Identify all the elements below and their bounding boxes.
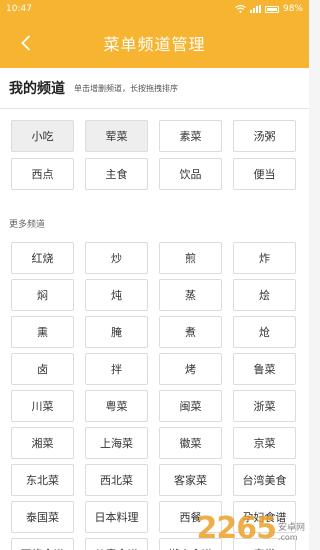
channel-chip[interactable]: 炝	[233, 316, 296, 348]
channel-chip[interactable]: 湘菜	[11, 427, 74, 459]
battery-level: 98%	[282, 4, 303, 14]
channel-chip[interactable]: 烩	[233, 279, 296, 311]
channel-chip[interactable]: 日本料理	[85, 501, 148, 533]
channel-chip[interactable]: 拌	[85, 353, 148, 385]
battery-icon	[264, 5, 279, 13]
channel-chip[interactable]: 烤	[159, 353, 222, 385]
channel-chip[interactable]: 卤	[11, 353, 74, 385]
channel-chip[interactable]: 便当	[233, 158, 296, 190]
status-time: 10:47	[6, 4, 32, 14]
channel-chip[interactable]: 腌	[85, 316, 148, 348]
channel-chip[interactable]: 上海菜	[85, 427, 148, 459]
channel-chip[interactable]: 红烧	[11, 242, 74, 274]
wifi-icon	[235, 5, 246, 13]
channel-chip[interactable]: 儿童食谱	[85, 538, 148, 550]
channel-chip[interactable]: 蒸	[159, 279, 222, 311]
channel-chip[interactable]: 饮品	[159, 158, 222, 190]
channel-chip[interactable]: 汤粥	[233, 120, 296, 152]
page-title: 菜单频道管理	[103, 35, 206, 54]
channel-chip[interactable]: 小吃	[11, 120, 74, 152]
my-channels-section: 小吃 荤菜 素菜 汤粥西点 主食 饮品 便当	[0, 109, 309, 203]
chevron-left-icon	[21, 35, 31, 51]
channel-chip[interactable]: 素菜	[159, 120, 222, 152]
channel-chip[interactable]: 孕妇食谱	[233, 501, 296, 533]
channel-chip[interactable]: 闽菜	[159, 390, 222, 422]
my-channels-grid: 小吃 荤菜 素菜 汤粥西点 主食 饮品 便当	[11, 120, 296, 190]
channel-chip[interactable]: 西餐	[159, 501, 222, 533]
channel-chip[interactable]: 网络食谱	[11, 538, 74, 550]
channel-chip[interactable]: 煎	[159, 242, 222, 274]
channel-chip[interactable]: 主食	[85, 158, 148, 190]
channel-chip[interactable]: 泰国菜	[11, 501, 74, 533]
status-icons: 98%	[235, 4, 303, 14]
channel-chip[interactable]: 东北菜	[11, 464, 74, 496]
channel-chip[interactable]: 煮	[159, 316, 222, 348]
channel-chip[interactable]: 鲁菜	[233, 353, 296, 385]
channel-chip[interactable]: 西北菜	[85, 464, 148, 496]
channel-chip[interactable]: 徽菜	[159, 427, 222, 459]
channel-chip[interactable]: 客家菜	[159, 464, 222, 496]
channel-chip[interactable]: 熏	[11, 316, 74, 348]
channel-chip[interactable]: 懒人食谱	[159, 538, 222, 550]
channel-chip[interactable]: 荤菜	[85, 120, 148, 152]
channel-chip[interactable]: 西点	[11, 158, 74, 190]
channel-chip[interactable]: 炖	[85, 279, 148, 311]
channel-chip[interactable]: 焖	[11, 279, 74, 311]
more-channels-section: 更多频道 红烧炒煎炸焖炖蒸烩熏腌煮炝卤拌烤鲁菜川菜 粤菜 闽菜 浙菜湘菜 上海菜 徽菜 京菜…	[0, 203, 309, 550]
app-bar: 菜单频道管理	[0, 18, 309, 68]
channel-chip[interactable]: 家常	[233, 538, 296, 550]
channel-chip[interactable]: 粤菜	[85, 390, 148, 422]
my-channels-header: 我的频道 单击增删频道，长按拖拽排序	[0, 68, 309, 109]
channel-chip[interactable]: 京菜	[233, 427, 296, 459]
channel-chip[interactable]: 浙菜	[233, 390, 296, 422]
channel-chip[interactable]: 川菜	[11, 390, 74, 422]
status-bar: 10:47 98%	[0, 0, 309, 18]
channel-chip[interactable]: 炒	[85, 242, 148, 274]
channel-chip[interactable]: 炸	[233, 242, 296, 274]
my-channels-heading: 我的频道	[9, 81, 65, 97]
channel-chip[interactable]: 台湾美食	[233, 464, 296, 496]
more-channels-heading: 更多频道	[9, 220, 46, 230]
signal-icon	[249, 5, 261, 13]
back-button[interactable]	[12, 29, 40, 57]
more-channels-grid: 红烧炒煎炸焖炖蒸烩熏腌煮炝卤拌烤鲁菜川菜 粤菜 闽菜 浙菜湘菜 上海菜 徽菜 京菜东北菜 西北…	[11, 242, 296, 550]
my-channels-hint: 单击增删频道，长按拖拽排序	[74, 83, 178, 93]
